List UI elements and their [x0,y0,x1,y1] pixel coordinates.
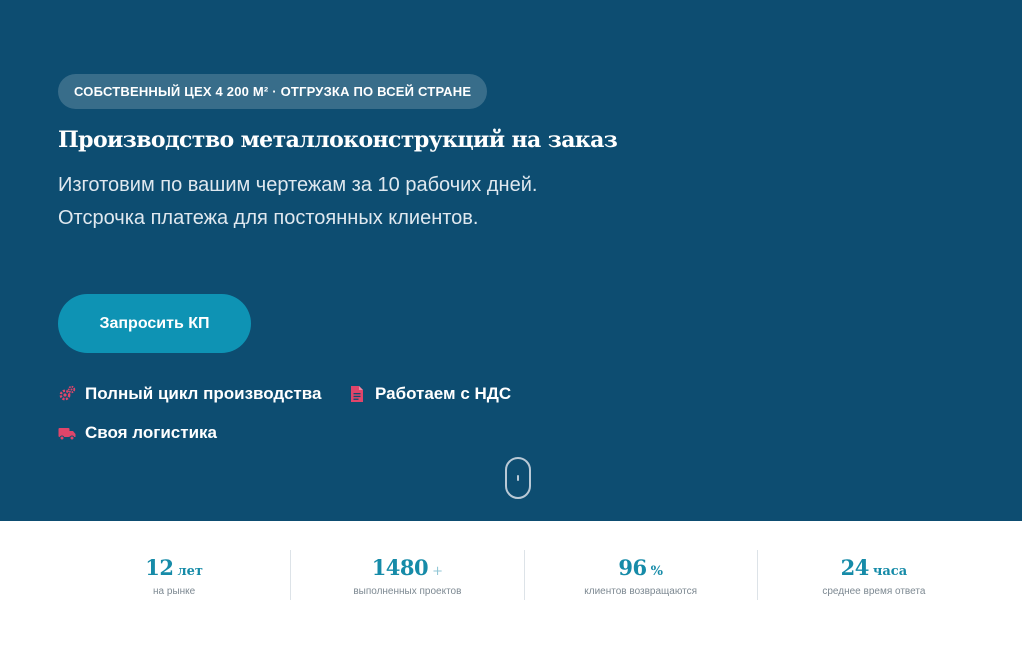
hero-subtitle: Изготовим по вашим чертежам за 10 рабочи… [58,174,538,229]
stat-value: 96% [525,555,757,580]
gears-icon [58,385,76,403]
stat-number: 24 [840,555,870,580]
document-icon [348,385,366,403]
feature-label: Полный цикл производства [85,384,322,403]
feature-full-cycle: Полный цикл производства [58,384,321,404]
stat-unit: часа [872,564,908,579]
stat-unit: + [432,564,444,579]
stat-number: 1480 [371,555,429,580]
stat-value: 1480 + [291,555,523,580]
request-quote-button[interactable]: Запросить КП [58,294,251,353]
stat-projects: 1480 + выполненных проектов [290,550,523,600]
feature-label: Работаем с НДС [375,384,512,403]
hero-badge: СОБСТВЕННЫЙ ЦЕХ 4 200 М² · ОТГРУЗКА ПО В… [58,74,488,109]
stat-unit: лет [177,564,203,579]
stat-response-time: 24 часа среднее время ответа [756,550,990,600]
mouse-wheel-icon [517,475,519,481]
stats-bar: 12 лет на рынке 1480 + выполненных проекто… [58,550,990,600]
scroll-down-indicator[interactable] [505,457,531,499]
stat-returning-clients: 96% клиентов возвращаются [523,550,757,600]
hero-section: СОБСТВЕННЫЙ ЦЕХ 4 200 М² · ОТГРУЗКА ПО В… [0,0,1022,521]
stat-label: на рынке [153,586,196,597]
feature-logistics: Своя логистика [58,423,217,443]
stat-unit: % [650,564,663,579]
stat-number: 96 [618,555,647,580]
page-title: Производство металлоконструкций на заказ [58,127,618,153]
stat-years: 12 лет на рынке [58,550,290,600]
stat-label: выполненных проектов [353,586,462,597]
stat-value: 24 часа [758,555,990,580]
feature-label: Своя логистика [85,423,217,442]
stat-number: 12 [145,555,174,580]
stat-label: среднее время ответа [822,586,926,597]
feature-vat: Работаем с НДС [348,384,511,404]
stat-label: клиентов возвращаются [584,586,697,597]
stat-value: 12 лет [58,555,290,580]
truck-icon [58,424,76,442]
